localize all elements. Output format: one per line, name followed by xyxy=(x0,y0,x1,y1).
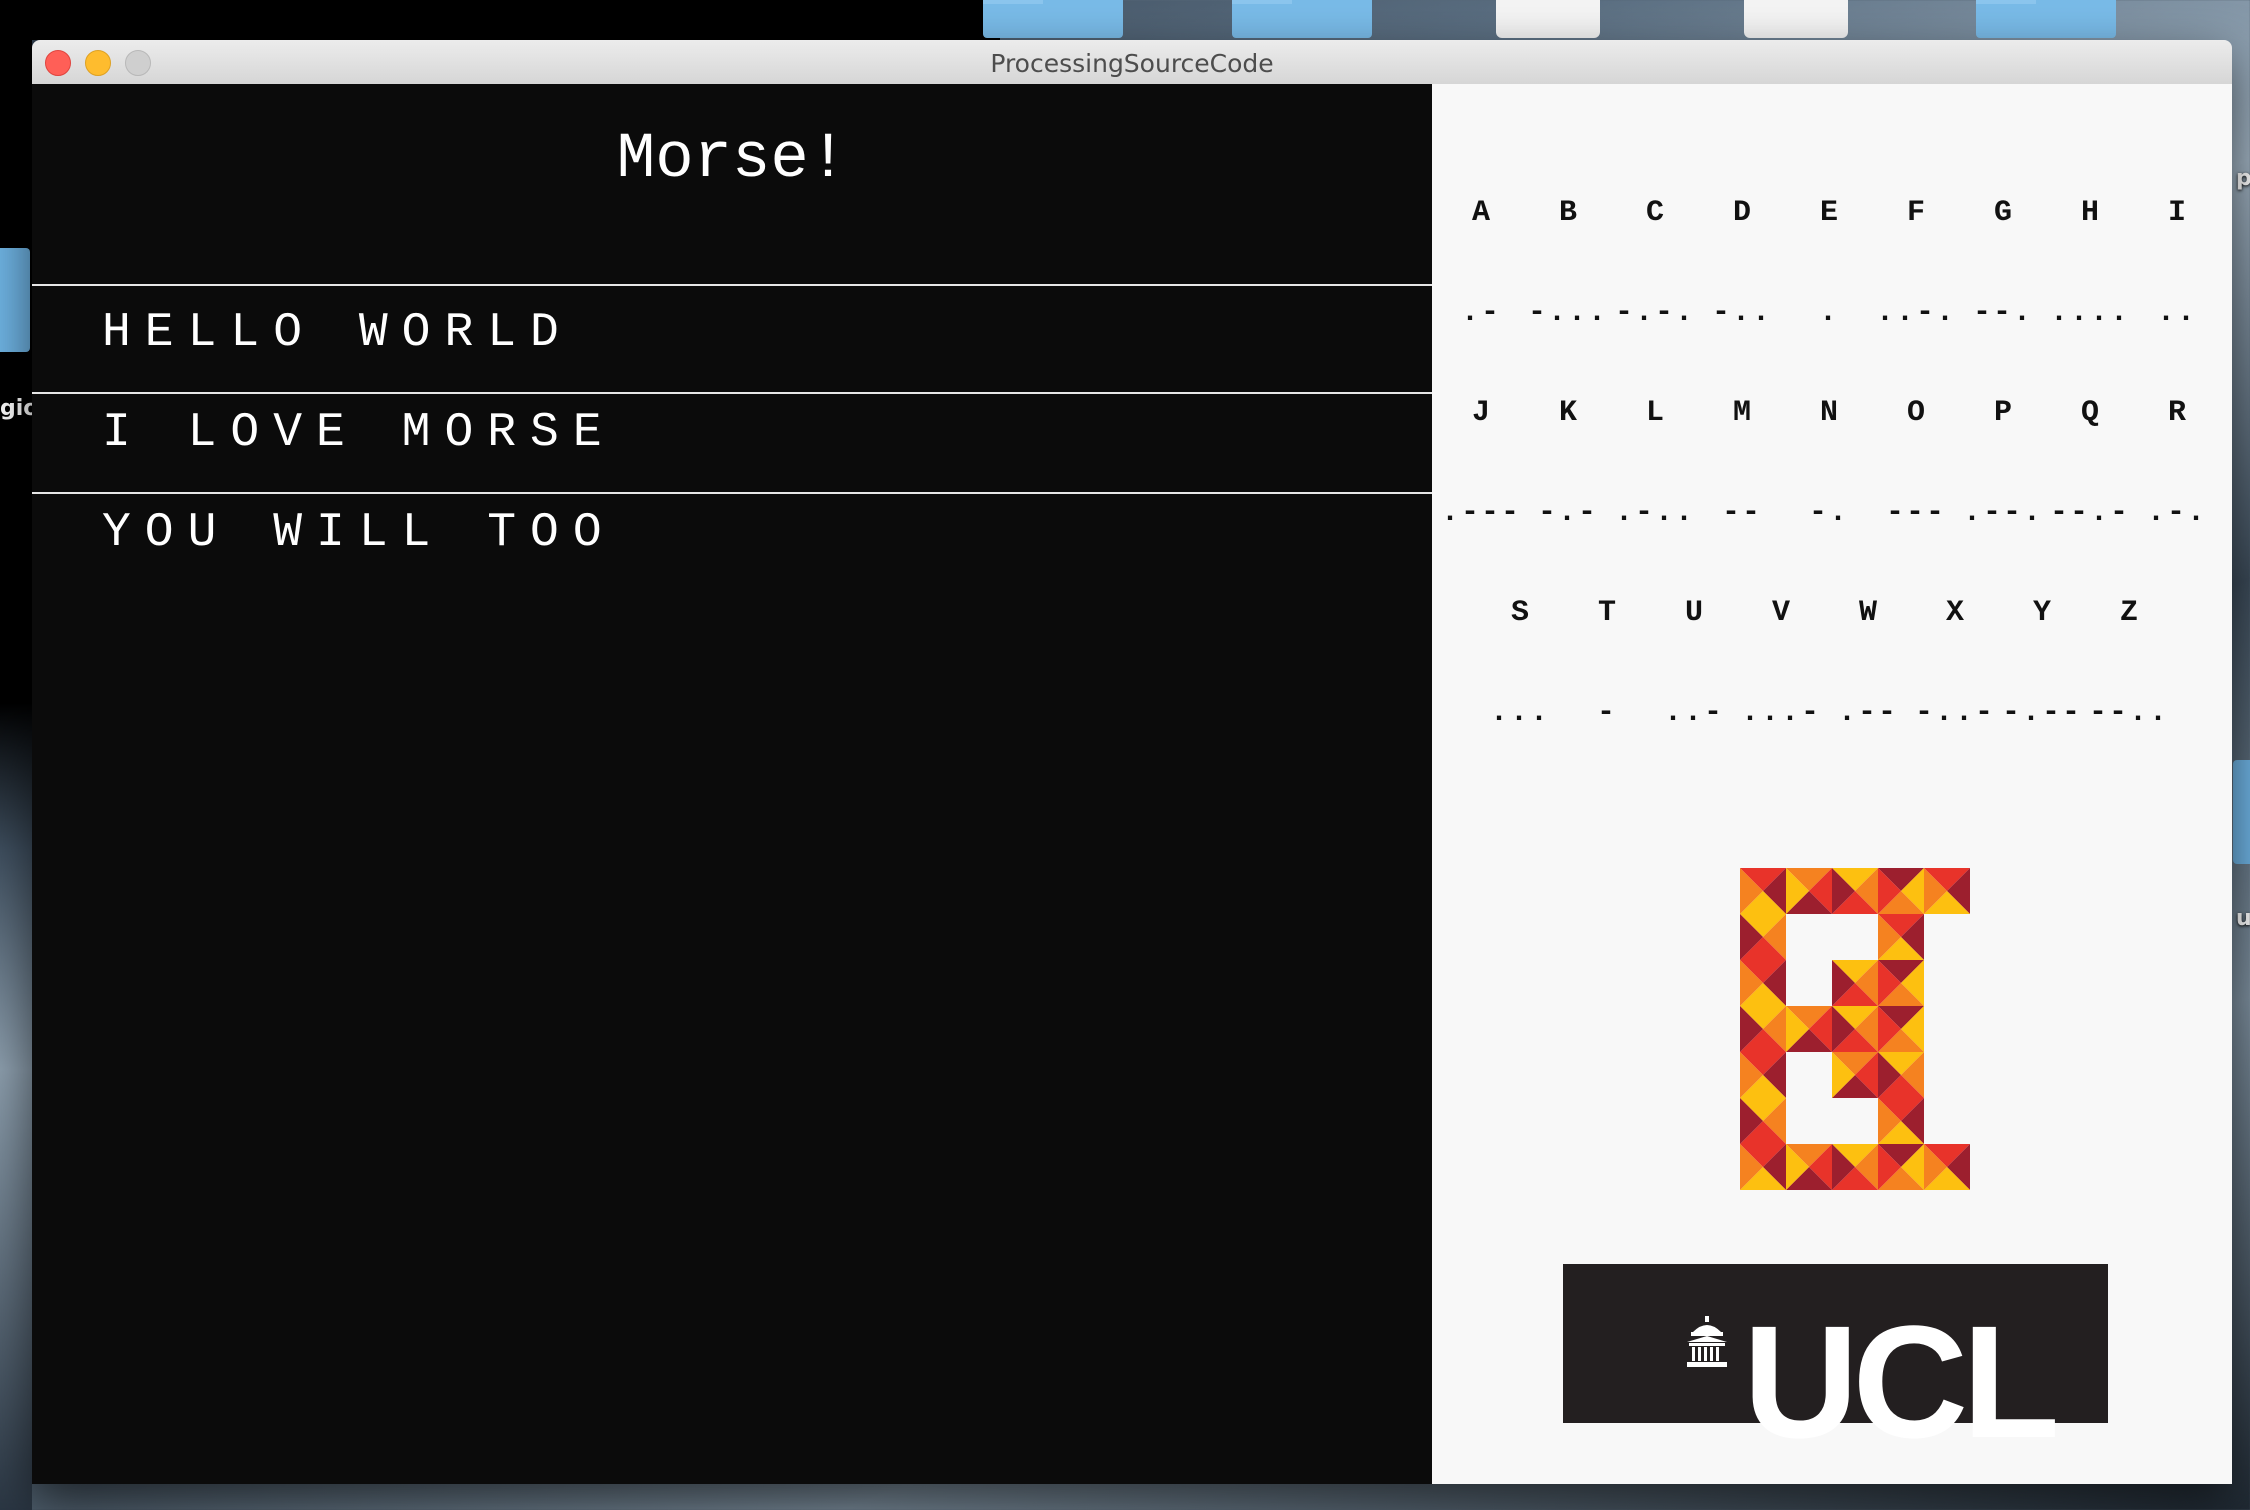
morse-letter: Q xyxy=(2080,396,2099,430)
morse-letter: Z xyxy=(2119,596,2138,630)
morse-code: -.-- xyxy=(2001,696,2082,730)
morse-code: .--- xyxy=(1440,496,1521,530)
morse-code: . xyxy=(1818,296,1839,330)
window-titlebar[interactable]: ProcessingSourceCode xyxy=(32,40,2232,85)
divider xyxy=(32,284,1432,286)
desktop-document-icon[interactable] xyxy=(1496,0,1600,38)
morse-code: -... xyxy=(1527,296,1608,330)
window-title: ProcessingSourceCode xyxy=(990,49,1274,78)
morse-code: -..- xyxy=(1914,696,1995,730)
morse-code: -.. xyxy=(1711,296,1772,330)
morse-code: --.. xyxy=(2088,696,2169,730)
desktop-dark-area xyxy=(0,0,1000,40)
morse-letter: T xyxy=(1597,596,1616,630)
divider xyxy=(32,392,1432,394)
morse-code: ..-. xyxy=(1875,296,1956,330)
morse-code: -.- xyxy=(1537,496,1598,530)
morse-letter: N xyxy=(1819,396,1838,430)
portico-icon xyxy=(1687,1316,1727,1367)
ucl-logo: UCL xyxy=(1563,1264,2108,1462)
morse-letter: A xyxy=(1471,196,1490,230)
desktop-folder-icon[interactable] xyxy=(0,248,30,352)
morse-code: --- xyxy=(1885,496,1946,530)
morse-code: -.-. xyxy=(1614,296,1695,330)
message-line: HELLO WORLD xyxy=(102,306,573,360)
morse-code: .... xyxy=(2049,296,2130,330)
morse-letter: F xyxy=(1906,196,1925,230)
morse-code: ...- xyxy=(1740,696,1821,730)
app-window: ProcessingSourceCode Morse! HELLO WORLD … xyxy=(32,40,2232,1484)
divider xyxy=(32,492,1432,494)
morse-letter: E xyxy=(1819,196,1838,230)
morse-code: .-- xyxy=(1837,696,1898,730)
message-line: I LOVE MORSE xyxy=(102,406,616,460)
morse-code: .-. xyxy=(2146,496,2207,530)
morse-letter: G xyxy=(1993,196,2012,230)
morse-letter: V xyxy=(1771,596,1790,630)
morse-letter: K xyxy=(1558,396,1577,430)
morse-code: .--. xyxy=(1962,496,2043,530)
morse-letter: I xyxy=(2167,196,2186,230)
morse-letter: D xyxy=(1732,196,1751,230)
e-logo-icon xyxy=(1740,868,1970,1190)
morse-letter: R xyxy=(2167,396,2186,430)
page-title: Morse! xyxy=(616,124,848,196)
morse-letter: U xyxy=(1684,596,1703,630)
morse-code: - xyxy=(1596,696,1617,730)
morse-code: --. xyxy=(1972,296,2033,330)
morse-letter: J xyxy=(1471,396,1490,430)
morse-code: --.- xyxy=(2049,496,2130,530)
desktop-folder-icon[interactable] xyxy=(1232,0,1372,38)
morse-code: -- xyxy=(1721,496,1762,530)
morse-letter: W xyxy=(1858,596,1877,630)
morse-code: -. xyxy=(1808,496,1849,530)
morse-code: .-.. xyxy=(1614,496,1695,530)
message-line: YOU WILL TOO xyxy=(102,506,616,560)
desktop-document-icon[interactable] xyxy=(1744,0,1848,38)
morse-letter: P xyxy=(1993,396,2012,430)
desktop-folder-icon[interactable] xyxy=(1976,0,2116,38)
message-pane: Morse! HELLO WORLD I LOVE MORSE YOU WILL… xyxy=(32,84,1432,1484)
morse-code: .- xyxy=(1460,296,1501,330)
desktop-folder-icon[interactable] xyxy=(2233,760,2250,864)
morse-code: ... xyxy=(1489,696,1550,730)
morse-reference-pane: A .- B -... C -.-. D -.. E. F ..-. G --. H.... I.. J .--… xyxy=(1432,84,2232,1484)
desktop-folder-icon[interactable] xyxy=(983,0,1123,38)
morse-letter: H xyxy=(2080,196,2099,230)
desktop-item-label[interactable]: u xyxy=(2236,906,2250,931)
morse-letter: L xyxy=(1645,396,1664,430)
morse-letter: B xyxy=(1558,196,1577,230)
ucl-wordmark: UCL xyxy=(1743,1292,2060,1471)
desktop-item-label[interactable]: p xyxy=(2236,166,2250,191)
morse-letter: X xyxy=(1945,596,1964,630)
morse-letter: Y xyxy=(2032,596,2051,630)
morse-code: .. xyxy=(2156,296,2197,330)
morse-letter: O xyxy=(1906,396,1925,430)
morse-letter: M xyxy=(1732,396,1751,430)
morse-code: ..- xyxy=(1663,696,1724,730)
morse-letter: C xyxy=(1645,196,1664,230)
morse-letter: S xyxy=(1510,596,1529,630)
